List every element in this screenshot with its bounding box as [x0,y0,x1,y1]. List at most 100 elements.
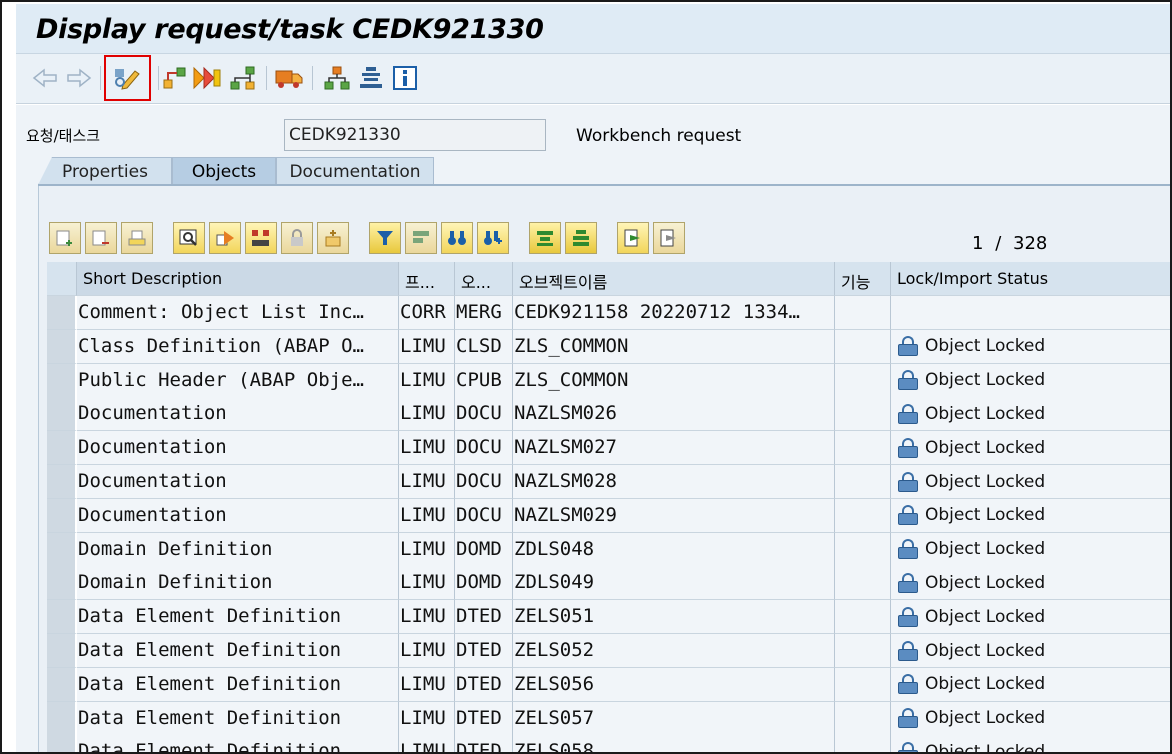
table-row[interactable]: Class Definition (ABAP O… LIMU CLSD ZLS_COM… [47,329,1170,364]
copy-row-icon[interactable] [121,222,153,254]
sort-ascending-icon[interactable] [529,222,561,254]
table-row[interactable]: Domain Definition LIMU DOMD ZDLS049 Object L… [47,566,1170,601]
table-row[interactable]: Documentation LIMU DOCU NAZLSM026 Object Loc… [47,397,1170,432]
cell-object-name: NAZLSM027 [513,431,835,466]
cell-pgmid: LIMU [399,735,455,752]
cell-pgmid: LIMU [399,667,455,702]
object-list-icon[interactable] [160,63,190,93]
cell-short-description: Comment: Object List Inc… [77,296,399,330]
row-selector[interactable] [47,701,77,736]
lock-icon [897,674,919,695]
cell-short-description: Data Element Definition [77,701,399,736]
lock-status-text: Object Locked [925,741,1046,754]
expand-icon[interactable] [245,222,277,254]
current-row: 1 [972,233,984,254]
lock-status-text: Object Locked [925,336,1046,357]
col-pgmid[interactable]: 프... [399,262,455,296]
table-row[interactable]: Public Header (ABAP Obje… LIMU CPUB ZLS_COM… [47,363,1170,398]
hierarchy-icon[interactable] [228,63,258,93]
forward-arrow-icon[interactable] [64,63,94,93]
row-selector[interactable] [47,566,77,601]
row-selector[interactable] [47,397,77,432]
lock-status-text: Object Locked [925,640,1046,661]
cell-object-name: ZELS052 [513,634,835,668]
lock-icon [897,336,919,357]
merge-icon[interactable] [192,63,222,93]
col-lock-status[interactable]: Lock/Import Status [891,262,1170,296]
organizer-icon[interactable] [322,63,352,93]
cell-object-name: ZDLS049 [513,566,835,601]
header-selector[interactable] [47,262,77,296]
transport-box-icon[interactable] [317,222,349,254]
info-icon[interactable] [390,63,420,93]
col-short-description[interactable]: Short Description [77,262,399,296]
sort-descending-icon[interactable] [565,222,597,254]
layout-icon[interactable] [653,222,685,254]
table-row[interactable]: Comment: Object List Inc… CORR MERG CEDK921… [47,296,1170,330]
table-row[interactable]: Data Element Definition LIMU DTED ZELS057 Ob… [47,701,1170,736]
lock-icon [897,741,919,752]
lock-status-text: Object Locked [925,403,1046,424]
cell-pgmid: LIMU [399,634,455,668]
row-selector[interactable] [47,667,77,702]
find-next-icon[interactable] [477,222,509,254]
select-icon[interactable] [209,222,241,254]
cell-pgmid: LIMU [399,498,455,533]
delete-row-icon[interactable] [85,222,117,254]
cell-short-description: Data Element Definition [77,600,399,635]
lock-status-text: Object Locked [925,708,1046,729]
row-selector[interactable] [47,296,77,330]
export-icon[interactable] [617,222,649,254]
row-selector[interactable] [47,363,77,398]
col-object-name[interactable]: 오브젝트이름 [513,262,835,296]
table-row[interactable]: Data Element Definition LIMU DTED ZELS052 Ob… [47,634,1170,668]
cell-short-description: Class Definition (ABAP O… [77,329,399,364]
cell-lock-status [891,296,1170,330]
cell-object-name: ZELS057 [513,701,835,736]
table-row[interactable]: Data Element Definition LIMU DTED ZELS051 Ob… [47,600,1170,635]
transport-truck-icon[interactable] [274,63,304,93]
row-selector[interactable] [47,735,77,752]
table-row[interactable]: Documentation LIMU DOCU NAZLSM029 Object Loc… [47,498,1170,533]
row-selector[interactable] [47,634,77,668]
cell-object-type: DOCU [455,498,513,533]
request-field[interactable]: CEDK921330 [284,119,546,151]
cell-lock-status: Object Locked [891,600,1170,635]
sap-window: Display request/task CEDK921330 요청/태스크 C… [0,0,1172,754]
sum-icon[interactable] [405,222,437,254]
cell-lock-status: Object Locked [891,566,1170,601]
tab-strip: Properties Objects Documentation [38,157,638,185]
details-icon[interactable] [173,222,205,254]
stack-icon[interactable] [356,63,386,93]
table-row[interactable]: Data Element Definition LIMU DTED ZELS056 Ob… [47,667,1170,702]
cell-pgmid: LIMU [399,600,455,635]
cell-object-name: ZELS058 [513,735,835,752]
tab-documentation[interactable]: Documentation [276,157,434,185]
table-row[interactable]: Documentation LIMU DOCU NAZLSM027 Object Loc… [47,431,1170,466]
cell-object-type: DTED [455,667,513,702]
row-selector[interactable] [47,431,77,466]
filter-icon[interactable] [369,222,401,254]
table-row[interactable]: Data Element Definition LIMU DTED ZELS058 Ob… [47,735,1170,754]
cell-object-name: ZDLS048 [513,532,835,567]
cell-object-name: NAZLSM029 [513,498,835,533]
table-row[interactable]: Domain Definition LIMU DOMD ZDLS048 Object L… [47,532,1170,567]
row-selector[interactable] [47,329,77,364]
insert-row-icon[interactable] [49,222,81,254]
col-object-type[interactable]: 오... [455,262,513,296]
find-icon[interactable] [441,222,473,254]
back-arrow-icon[interactable] [30,63,60,93]
lock-toolbar-icon[interactable] [281,222,313,254]
row-selector[interactable] [47,498,77,533]
cell-object-name: NAZLSM026 [513,397,835,432]
row-selector[interactable] [47,465,77,499]
row-selector[interactable] [47,532,77,567]
cell-short-description: Domain Definition [77,532,399,567]
cell-pgmid: LIMU [399,431,455,466]
row-selector[interactable] [47,600,77,635]
tab-properties[interactable]: Properties [38,157,172,185]
tab-objects[interactable]: Objects [172,157,276,185]
cell-pgmid: LIMU [399,532,455,567]
col-function[interactable]: 기능 [835,262,891,296]
table-row[interactable]: Documentation LIMU DOCU NAZLSM028 Object Loc… [47,465,1170,499]
